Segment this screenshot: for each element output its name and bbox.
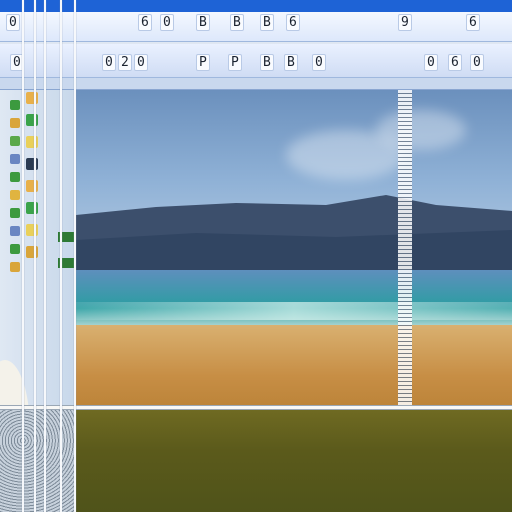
horizontal-ruler xyxy=(0,78,512,90)
toolbar-button-7[interactable]: 6 xyxy=(286,14,300,31)
orange-tool-icon[interactable] xyxy=(26,92,38,104)
blue-tool-icon[interactable] xyxy=(10,226,20,236)
guide-line[interactable] xyxy=(60,0,62,512)
toolbar2-button-3[interactable]: 2 xyxy=(118,54,132,71)
toolbar-button-9[interactable]: 6 xyxy=(466,14,480,31)
toolbar2-button-12[interactable]: 0 xyxy=(470,54,484,71)
yellow-tool-icon[interactable] xyxy=(26,224,38,236)
guide-line[interactable] xyxy=(22,0,24,512)
yellow-tool-icon[interactable] xyxy=(10,262,20,272)
wave-foam xyxy=(76,302,512,320)
toolbar-button-2[interactable]: 6 xyxy=(138,14,152,31)
grass-region xyxy=(76,410,512,512)
cloud xyxy=(376,110,466,150)
green-tool-icon[interactable] xyxy=(10,136,20,146)
texture-panel xyxy=(0,410,76,512)
green-tool-icon[interactable] xyxy=(26,202,38,214)
mountain-range xyxy=(76,195,512,275)
yellow-tool-icon[interactable] xyxy=(10,190,20,200)
tool-column-2 xyxy=(26,92,40,268)
toolbar-button-5[interactable]: B xyxy=(230,14,244,31)
title-bar xyxy=(0,0,512,12)
yellow-tool-icon[interactable] xyxy=(10,118,20,128)
sand-region xyxy=(76,325,512,410)
toolbar2-button-10[interactable]: 0 xyxy=(424,54,438,71)
green-tool-icon[interactable] xyxy=(10,172,20,182)
guide-line[interactable] xyxy=(44,0,46,512)
toolbar2-button-7[interactable]: B xyxy=(260,54,274,71)
toolbar-button-8[interactable]: 9 xyxy=(398,14,412,31)
yellow-tool-icon[interactable] xyxy=(26,136,38,148)
toolbar2-button-8[interactable]: B xyxy=(284,54,298,71)
guide-line[interactable] xyxy=(34,0,36,512)
image-canvas[interactable] xyxy=(76,90,512,410)
toolbar2-button-11[interactable]: 6 xyxy=(448,54,462,71)
toolbar-button-6[interactable]: B xyxy=(260,14,274,31)
secondary-toolbar: 0 0 2 0 P P B B 0 0 6 0 xyxy=(0,44,512,78)
green-tool-icon[interactable] xyxy=(10,208,20,218)
toolbar-button-4[interactable]: B xyxy=(196,14,210,31)
toolbar2-button-2[interactable]: 0 xyxy=(102,54,116,71)
guide-line[interactable] xyxy=(74,0,76,512)
toolbar-button-3[interactable]: 0 xyxy=(160,14,174,31)
main-toolbar: 0 6 0 B B B 6 9 6 xyxy=(0,12,512,42)
toolbar2-button-9[interactable]: 0 xyxy=(312,54,326,71)
toolbar2-button-4[interactable]: 0 xyxy=(134,54,148,71)
yellow-tool-icon[interactable] xyxy=(26,246,38,258)
tool-column-1 xyxy=(10,100,22,280)
blue-tool-icon[interactable] xyxy=(10,154,20,164)
orange-tool-icon[interactable] xyxy=(26,180,38,192)
toolbar2-button-6[interactable]: P xyxy=(228,54,242,71)
green-tool-icon[interactable] xyxy=(10,244,20,254)
toolbar2-button-5[interactable]: P xyxy=(196,54,210,71)
dark-tool-icon[interactable] xyxy=(26,158,38,170)
green-tool-icon[interactable] xyxy=(26,114,38,126)
green-tool-icon[interactable] xyxy=(10,100,20,110)
toolbar-button-1[interactable]: 0 xyxy=(6,14,20,31)
